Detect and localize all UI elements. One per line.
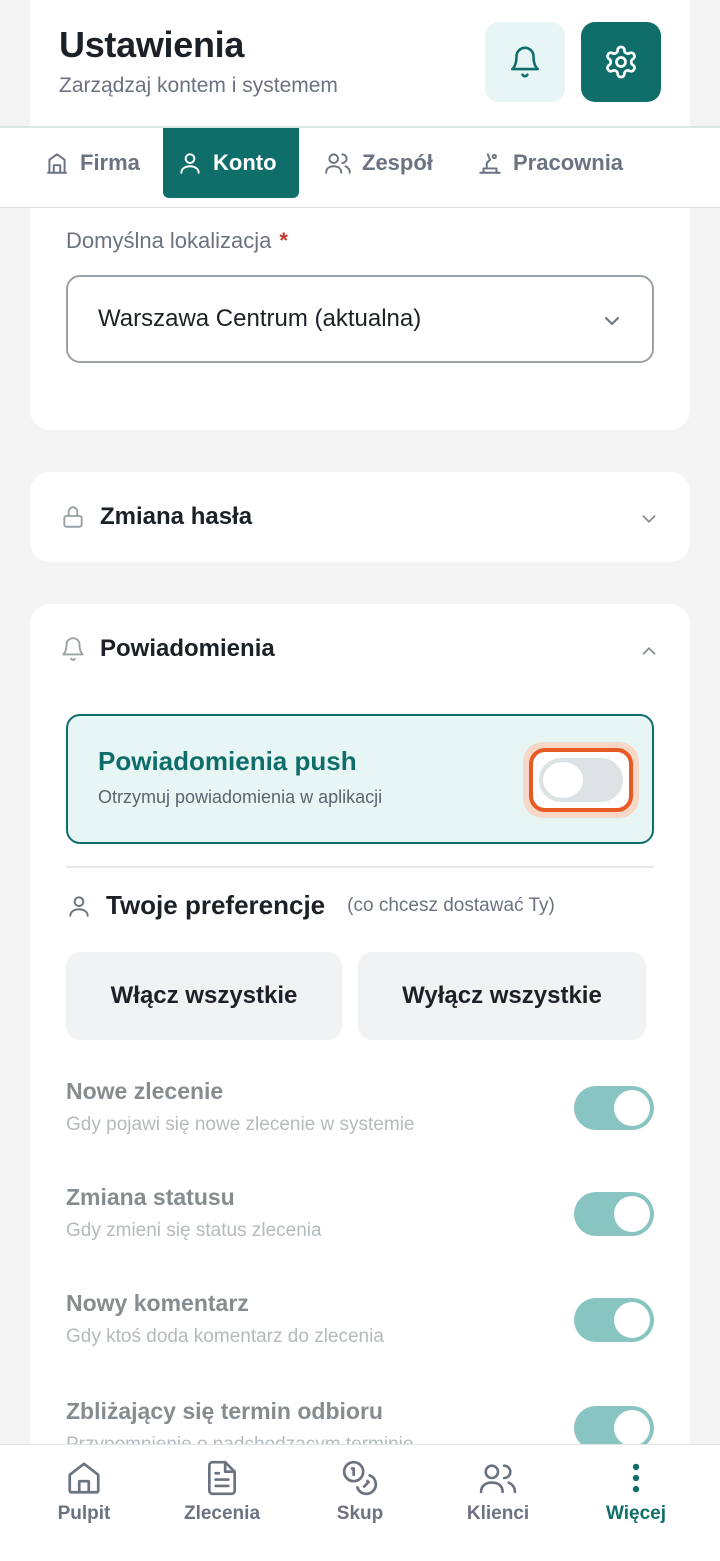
preferences-header: Twoje preferencje (co chcesz dostawać Ty…	[66, 890, 555, 921]
preferences-note: (co chcesz dostawać Ty)	[347, 894, 555, 916]
preference-toggle[interactable]	[574, 1086, 654, 1130]
nav-item-zlecenia[interactable]: Zlecenia	[150, 1459, 294, 1549]
users-icon	[479, 1464, 517, 1494]
location-select[interactable]: Warszawa Centrum (aktualna)	[66, 275, 654, 363]
tab-zespol[interactable]: Zespół	[310, 128, 447, 198]
location-value: Warszawa Centrum (aktualna)	[98, 305, 422, 332]
push-toggle[interactable]	[539, 758, 623, 802]
settings-tabs: Firma Konto Zespół Pracownia	[0, 126, 720, 208]
page-header: Ustawienia Zarządzaj kontem i systemem	[30, 0, 690, 126]
users-icon	[325, 153, 351, 174]
nav-label: Klienci	[466, 1503, 530, 1524]
preference-title: Zmiana statusu	[66, 1184, 235, 1210]
user-icon	[180, 153, 200, 174]
preference-row-new-comment: Nowy komentarz Gdy ktoś doda komentarz d…	[66, 1290, 654, 1380]
preference-row-status-change: Zmiana statusu Gdy zmieni się status zle…	[66, 1184, 654, 1274]
push-subtitle: Otrzymuj powiadomienia w aplikacji	[98, 787, 383, 807]
nav-label: Więcej	[605, 1503, 667, 1524]
preference-row-new-order: Nowe zlecenie Gdy pojawi się nowe zlecen…	[66, 1078, 654, 1168]
notifications-button[interactable]	[485, 22, 565, 102]
divider	[66, 866, 654, 868]
nav-label: Skup	[336, 1503, 384, 1524]
bell-icon	[62, 637, 84, 661]
preference-title: Zbliżający się termin odbioru	[66, 1398, 383, 1424]
nav-label: Pulpit	[57, 1503, 111, 1524]
push-title: Powiadomienia push	[98, 746, 357, 776]
tab-label: Pracownia	[513, 150, 624, 175]
account-card: Domyślna lokalizacja * Warszawa Centrum (…	[30, 208, 690, 430]
home-icon	[68, 1462, 100, 1494]
preferences-title: Twoje preferencje	[106, 890, 326, 920]
toggle-knob	[614, 1410, 650, 1446]
location-label-text: Domyślna lokalizacja	[66, 228, 272, 253]
more-vertical-icon	[632, 1463, 640, 1493]
building-icon	[47, 153, 67, 174]
password-section[interactable]: Zmiana hasła	[30, 472, 690, 562]
password-section-header[interactable]: Zmiana hasła	[60, 472, 660, 562]
preference-toggle[interactable]	[574, 1298, 654, 1342]
gear-icon	[606, 45, 636, 79]
chevron-down-icon	[642, 515, 656, 523]
tab-label: Firma	[80, 150, 140, 175]
bell-icon	[510, 46, 540, 78]
lock-icon	[63, 506, 83, 528]
nav-item-skup[interactable]: Skup	[288, 1459, 432, 1549]
tab-pracownia[interactable]: Pracownia	[463, 128, 637, 198]
chevron-down-icon	[605, 317, 619, 325]
preference-subtitle: Gdy ktoś doda komentarz do zlecenia	[66, 1326, 384, 1347]
document-icon	[207, 1460, 237, 1496]
notifications-section: Powiadomienia Powiadomienia push Otrzymu…	[30, 604, 690, 1504]
user-icon	[69, 895, 89, 917]
preference-title: Nowe zlecenie	[66, 1078, 224, 1104]
toggle-knob	[614, 1302, 650, 1338]
preference-subtitle: Gdy zmieni się status zlecenia	[66, 1220, 322, 1241]
page-title: Ustawienia	[59, 24, 245, 65]
preference-subtitle: Gdy pojawi się nowe zlecenie w systemie	[66, 1114, 415, 1135]
nav-item-klienci[interactable]: Klienci	[426, 1459, 570, 1549]
toggle-knob	[614, 1090, 650, 1126]
tab-label: Konto	[213, 150, 277, 175]
settings-button[interactable]	[581, 22, 661, 102]
required-mark: *	[279, 228, 288, 253]
location-label: Domyślna lokalizacja *	[66, 228, 288, 254]
nav-label: Zlecenia	[183, 1503, 261, 1524]
page-subtitle: Zarządzaj kontem i systemem	[59, 74, 338, 97]
nav-item-pulpit[interactable]: Pulpit	[12, 1459, 156, 1549]
preference-toggle[interactable]	[574, 1192, 654, 1236]
chevron-up-icon	[642, 647, 656, 655]
tab-label: Zespół	[362, 150, 433, 175]
push-notifications-box: Powiadomienia push Otrzymuj powiadomieni…	[66, 714, 654, 844]
toggle-knob	[614, 1196, 650, 1232]
toggle-knob	[543, 762, 583, 798]
notifications-section-header[interactable]: Powiadomienia	[60, 604, 660, 694]
coins-icon	[342, 1460, 378, 1496]
nav-item-wiecej[interactable]: Więcej	[564, 1459, 708, 1549]
bottom-navigation: Pulpit Zlecenia Skup Klienci Więcej	[0, 1444, 720, 1561]
disable-all-button[interactable]: Wyłącz wszystkie	[358, 952, 646, 1040]
preference-title: Nowy komentarz	[66, 1290, 249, 1316]
notifications-section-title: Powiadomienia	[100, 635, 275, 662]
password-section-title: Zmiana hasła	[100, 503, 253, 530]
tab-firma[interactable]: Firma	[30, 128, 154, 198]
workshop-icon	[479, 153, 501, 174]
enable-all-button[interactable]: Włącz wszystkie	[66, 952, 342, 1040]
tab-konto[interactable]: Konto	[163, 128, 299, 198]
